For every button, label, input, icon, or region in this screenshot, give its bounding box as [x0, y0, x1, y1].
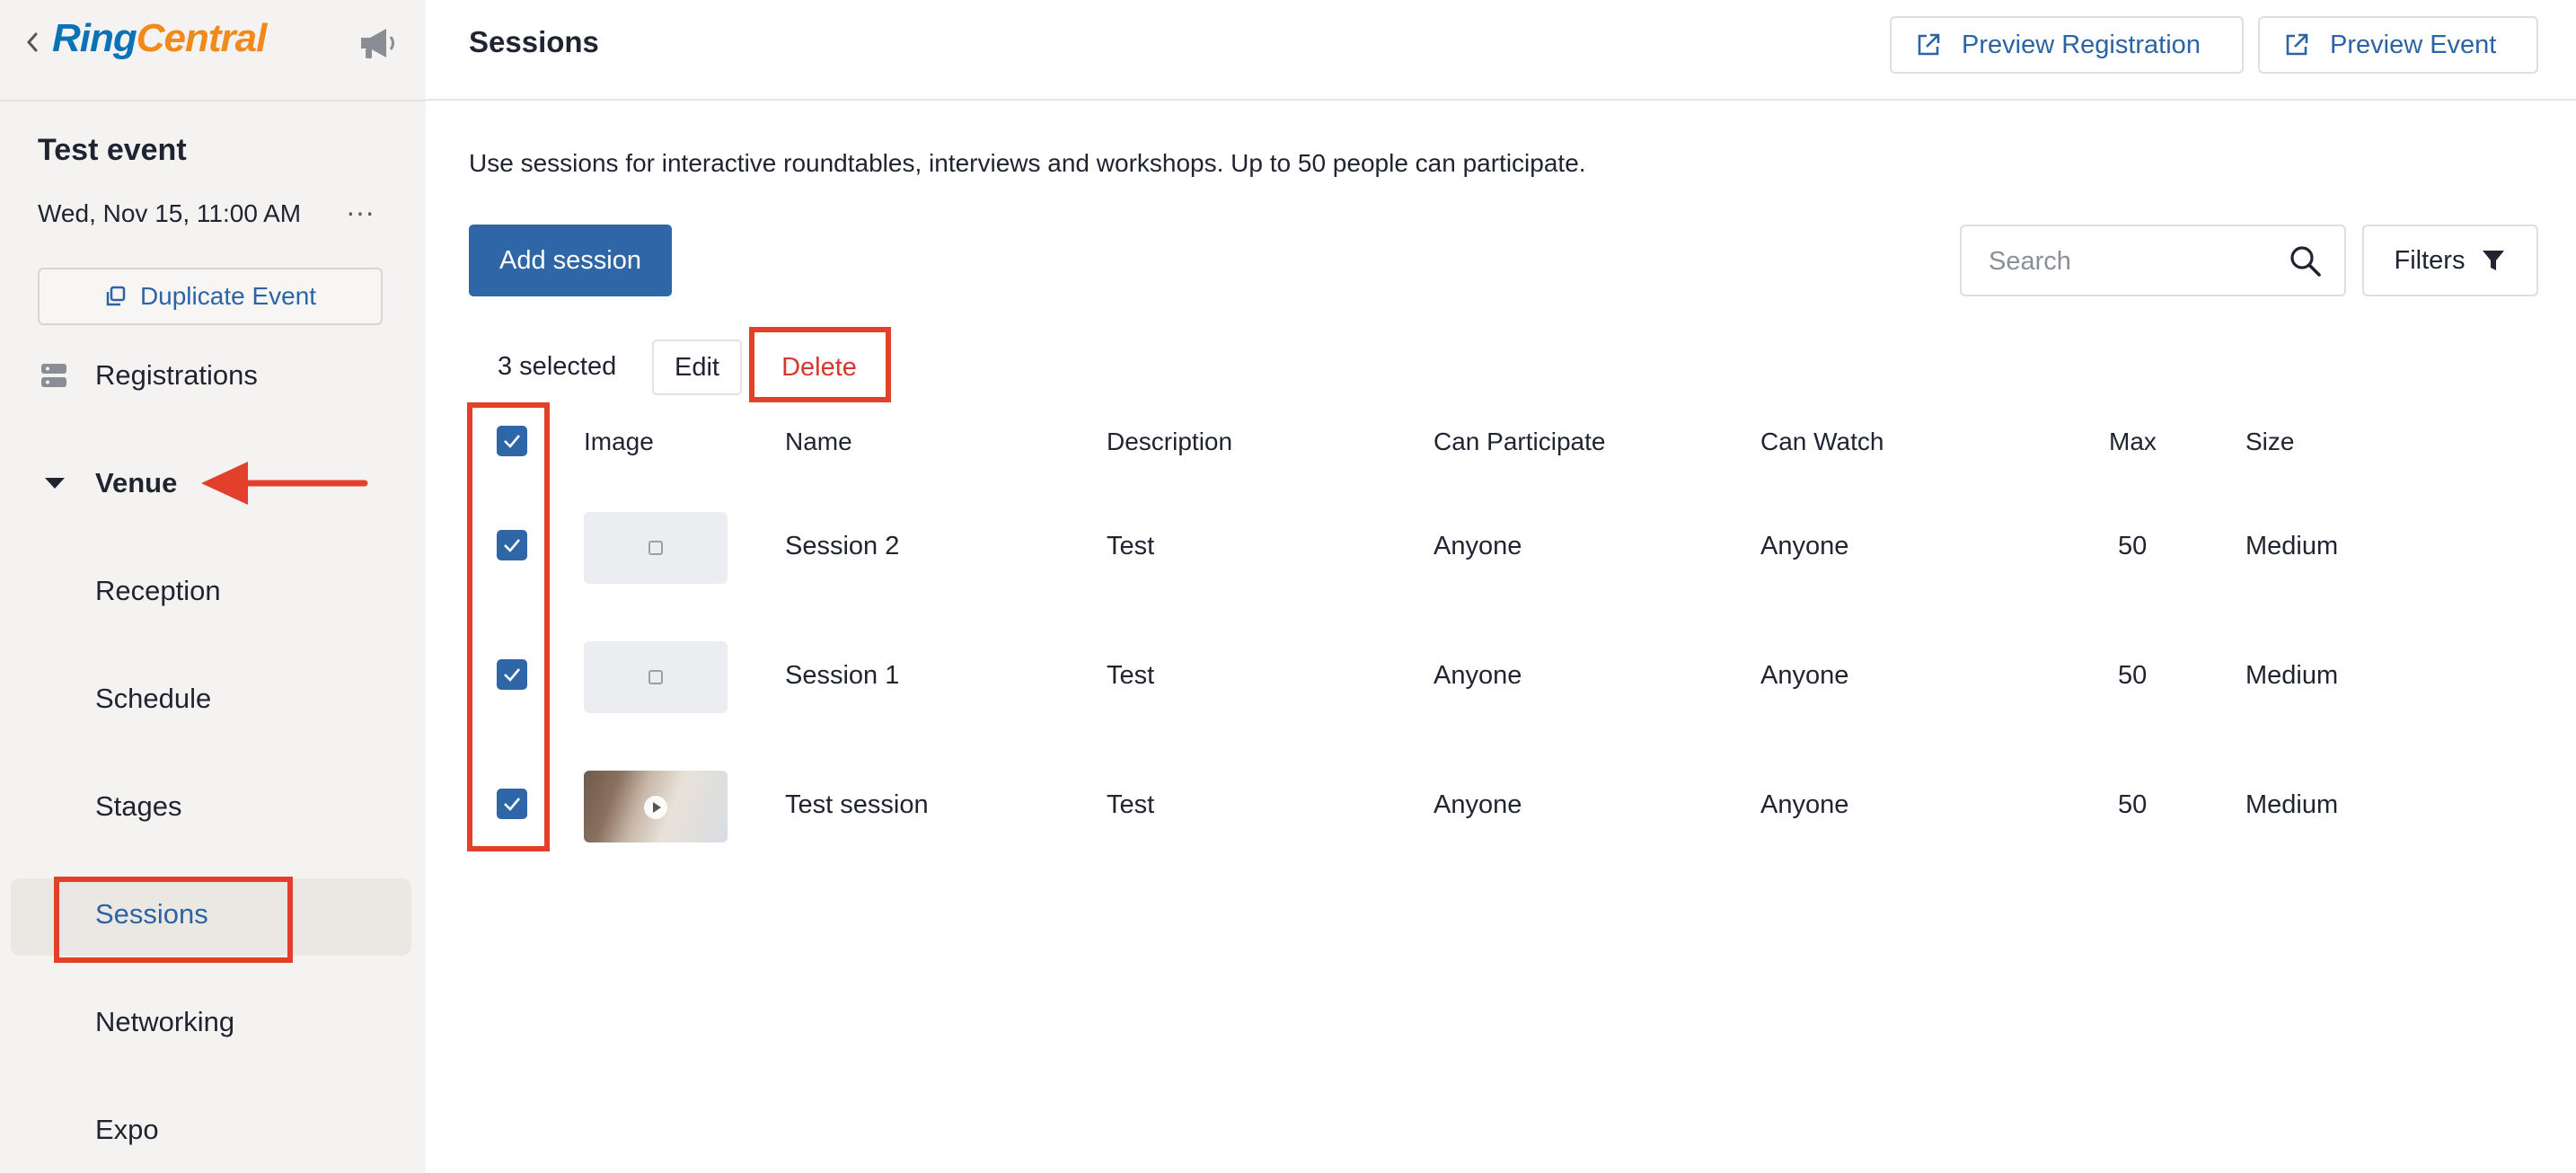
search-icon[interactable] — [2289, 244, 2323, 278]
annotation-box-checkboxes — [467, 402, 550, 851]
sidebar: RingCentral Test event Wed, Nov 15, 11:0… — [0, 0, 426, 1173]
sidebar-item-stages[interactable]: Stages — [0, 771, 426, 842]
preview-event-button[interactable]: Preview Event — [2258, 16, 2538, 74]
check-icon — [504, 539, 520, 552]
add-session-button[interactable]: Add session — [469, 225, 672, 296]
play-icon — [644, 796, 667, 819]
session-can-participate: Anyone — [1434, 790, 1522, 819]
preview-registration-button[interactable]: Preview Registration — [1890, 16, 2244, 74]
external-link-icon — [1918, 33, 1940, 56]
session-image-photo[interactable] — [584, 771, 728, 842]
session-image-placeholder[interactable] — [584, 512, 728, 584]
sidebar-item-schedule[interactable]: Schedule — [0, 663, 426, 735]
check-icon — [504, 798, 520, 811]
session-max: 50 — [2118, 661, 2148, 690]
row-checkbox[interactable] — [497, 530, 527, 560]
session-size: Medium — [2245, 790, 2339, 819]
sidebar-item-label: Expo — [95, 1114, 159, 1145]
logo-row: RingCentral — [0, 0, 426, 83]
sidebar-item-label: Networking — [95, 1006, 235, 1037]
sidebar-item-label: Registrations — [95, 359, 258, 391]
filters-label: Filters — [2394, 245, 2466, 275]
sidebar-item-reception[interactable]: Reception — [0, 555, 426, 627]
annotation-arrow — [201, 462, 368, 505]
page-title: Sessions — [469, 25, 599, 58]
session-can-watch: Anyone — [1760, 790, 1849, 819]
event-date: Wed, Nov 15, 11:00 AM — [38, 199, 302, 227]
session-description: Test — [1107, 661, 1155, 690]
duplicate-event-label: Duplicate Event — [139, 282, 317, 310]
session-max: 50 — [2118, 532, 2148, 560]
filters-button[interactable]: Filters — [2362, 225, 2538, 296]
image-placeholder-icon — [648, 670, 663, 684]
sidebar-item-networking[interactable]: Networking — [0, 986, 426, 1058]
check-icon — [504, 435, 520, 448]
sidebar-item-label: Venue — [95, 467, 178, 498]
sidebar-item-expo[interactable]: Expo — [0, 1094, 426, 1166]
session-name[interactable]: Test session — [785, 790, 929, 820]
check-icon — [504, 668, 520, 682]
image-placeholder-icon — [648, 541, 663, 555]
session-description: Test — [1107, 790, 1155, 819]
row-checkbox[interactable] — [497, 789, 527, 819]
top-bar: Sessions Preview Registration Preview Ev… — [426, 0, 2576, 101]
session-size: Medium — [2245, 532, 2339, 560]
column-header-max[interactable]: Max — [2109, 428, 2157, 456]
session-can-watch: Anyone — [1760, 532, 1849, 560]
column-header-can-watch[interactable]: Can Watch — [1760, 428, 1883, 456]
annotation-box-delete — [749, 327, 891, 402]
filter-icon — [2483, 251, 2505, 270]
sidebar-item-label: Reception — [95, 575, 221, 606]
session-max: 50 — [2118, 790, 2148, 819]
column-header-can-participate[interactable]: Can Participate — [1434, 428, 1605, 456]
megaphone-icon[interactable] — [357, 25, 399, 61]
sidebar-divider — [0, 100, 426, 101]
annotation-box-sessions — [54, 877, 293, 963]
ringcentral-logo: RingCentral — [52, 16, 267, 60]
select-all-checkbox[interactable] — [497, 426, 527, 456]
column-header-size[interactable]: Size — [2245, 428, 2294, 456]
external-link-icon — [2286, 33, 2308, 56]
sidebar-item-registrations[interactable]: Registrations — [0, 340, 426, 411]
event-title: Test event — [38, 133, 187, 167]
chevron-left-icon[interactable] — [23, 29, 41, 56]
caret-down-icon — [45, 478, 65, 489]
session-description: Test — [1107, 532, 1155, 560]
session-size: Medium — [2245, 661, 2339, 690]
preview-event-label: Preview Event — [2330, 30, 2497, 59]
session-can-participate: Anyone — [1434, 532, 1522, 560]
row-checkbox[interactable] — [497, 659, 527, 690]
duplicate-event-button[interactable]: Duplicate Event — [38, 268, 383, 325]
more-options-icon[interactable]: ··· — [345, 196, 375, 228]
duplicate-icon — [106, 286, 126, 306]
edit-button[interactable]: Edit — [652, 340, 742, 395]
column-header-image[interactable]: Image — [584, 428, 654, 456]
session-can-watch: Anyone — [1760, 661, 1849, 690]
sessions-intro-text: Use sessions for interactive roundtables… — [469, 149, 1586, 177]
session-name[interactable]: Session 2 — [785, 532, 899, 561]
column-header-description[interactable]: Description — [1107, 428, 1232, 456]
preview-registration-label: Preview Registration — [1962, 30, 2201, 59]
search-input[interactable] — [1989, 243, 2258, 280]
registrations-icon — [41, 364, 66, 387]
search-box — [1960, 225, 2346, 296]
session-can-participate: Anyone — [1434, 661, 1522, 690]
column-header-name[interactable]: Name — [785, 428, 852, 456]
sidebar-item-label: Stages — [95, 790, 182, 822]
selected-count: 3 selected — [498, 352, 617, 381]
session-name[interactable]: Session 1 — [785, 661, 899, 691]
sidebar-item-label: Schedule — [95, 683, 212, 714]
session-image-placeholder[interactable] — [584, 641, 728, 713]
